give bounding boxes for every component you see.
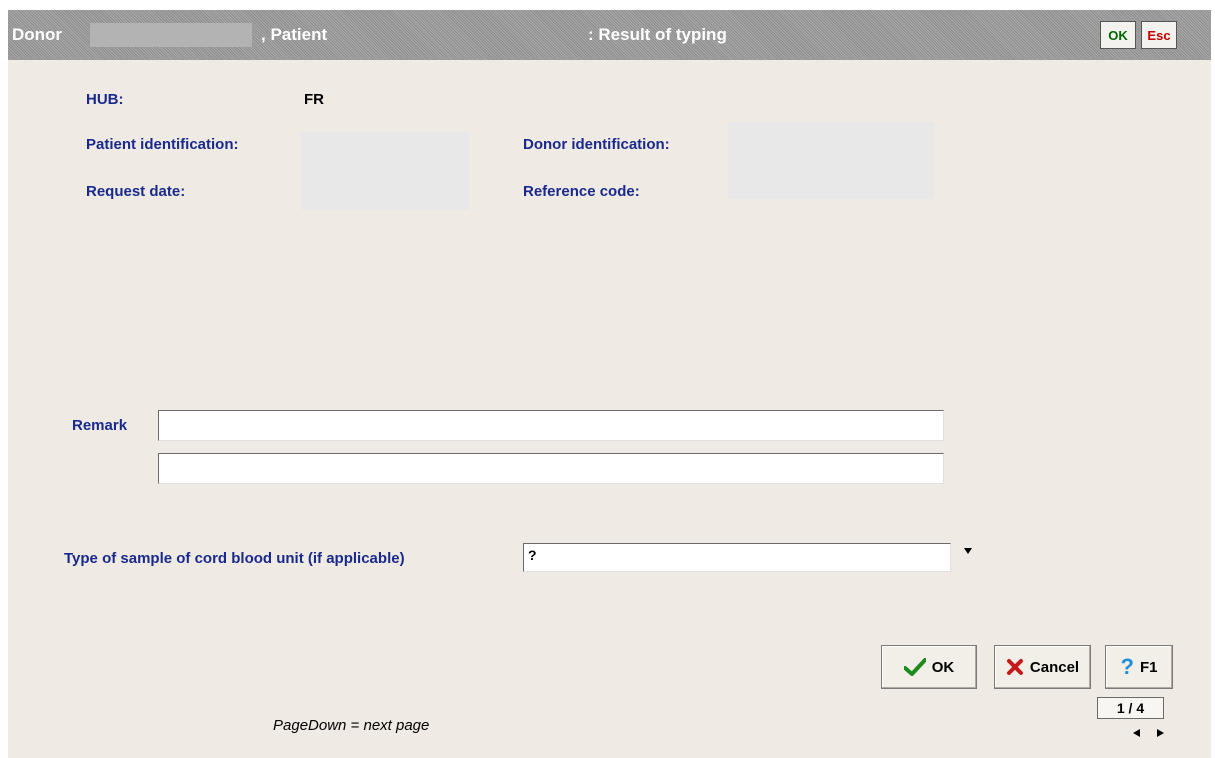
sample-type-label: Type of sample of cord blood unit (if ap…	[64, 550, 405, 567]
question-mark-icon: ?	[1120, 654, 1134, 679]
donor-identification-label: Donor identification:	[523, 136, 670, 153]
title-result: : Result of typing	[588, 25, 727, 44]
cancel-button-label: Cancel	[1029, 658, 1080, 676]
sample-type-selected-value: ?	[528, 547, 537, 563]
patient-identification-label: Patient identification:	[86, 136, 239, 153]
help-button-label: F1	[1139, 658, 1158, 676]
donor-identification-value	[728, 122, 934, 199]
patient-identification-value	[301, 132, 469, 210]
next-page-arrow-icon[interactable]	[1157, 729, 1164, 737]
title-donor: Donor	[12, 25, 63, 44]
chevron-down-icon[interactable]	[964, 548, 972, 554]
page-indicator: 1 / 4	[1097, 697, 1164, 719]
dialog-window: Donor , Patient : Result of typing OK Es…	[8, 10, 1211, 758]
remark-input-line-1[interactable]	[158, 410, 944, 441]
hub-label: HUB:	[86, 91, 124, 108]
request-date-label: Request date:	[86, 183, 186, 200]
remark-input-line-2[interactable]	[158, 453, 944, 484]
reference-code-label: Reference code:	[523, 183, 640, 200]
pagedown-hint: PageDown = next page	[273, 717, 430, 734]
redacted-donor-name	[90, 23, 252, 47]
cross-icon	[1006, 659, 1023, 675]
titlebar-ok-button[interactable]: OK	[1100, 21, 1136, 49]
help-button[interactable]: ? F1	[1105, 645, 1173, 689]
ok-button[interactable]: OK	[881, 645, 977, 689]
remark-label: Remark	[72, 417, 128, 434]
checkmark-icon	[903, 658, 926, 676]
hub-value: FR	[304, 91, 324, 108]
ok-button-label: OK	[931, 658, 955, 676]
title-bar: Donor , Patient : Result of typing OK Es…	[8, 10, 1211, 60]
titlebar-esc-button[interactable]: Esc	[1141, 21, 1177, 49]
cancel-button[interactable]: Cancel	[994, 645, 1091, 689]
previous-page-arrow-icon[interactable]	[1133, 729, 1140, 737]
sample-type-select[interactable]: ?	[523, 543, 972, 572]
title-patient: , Patient	[261, 25, 328, 44]
